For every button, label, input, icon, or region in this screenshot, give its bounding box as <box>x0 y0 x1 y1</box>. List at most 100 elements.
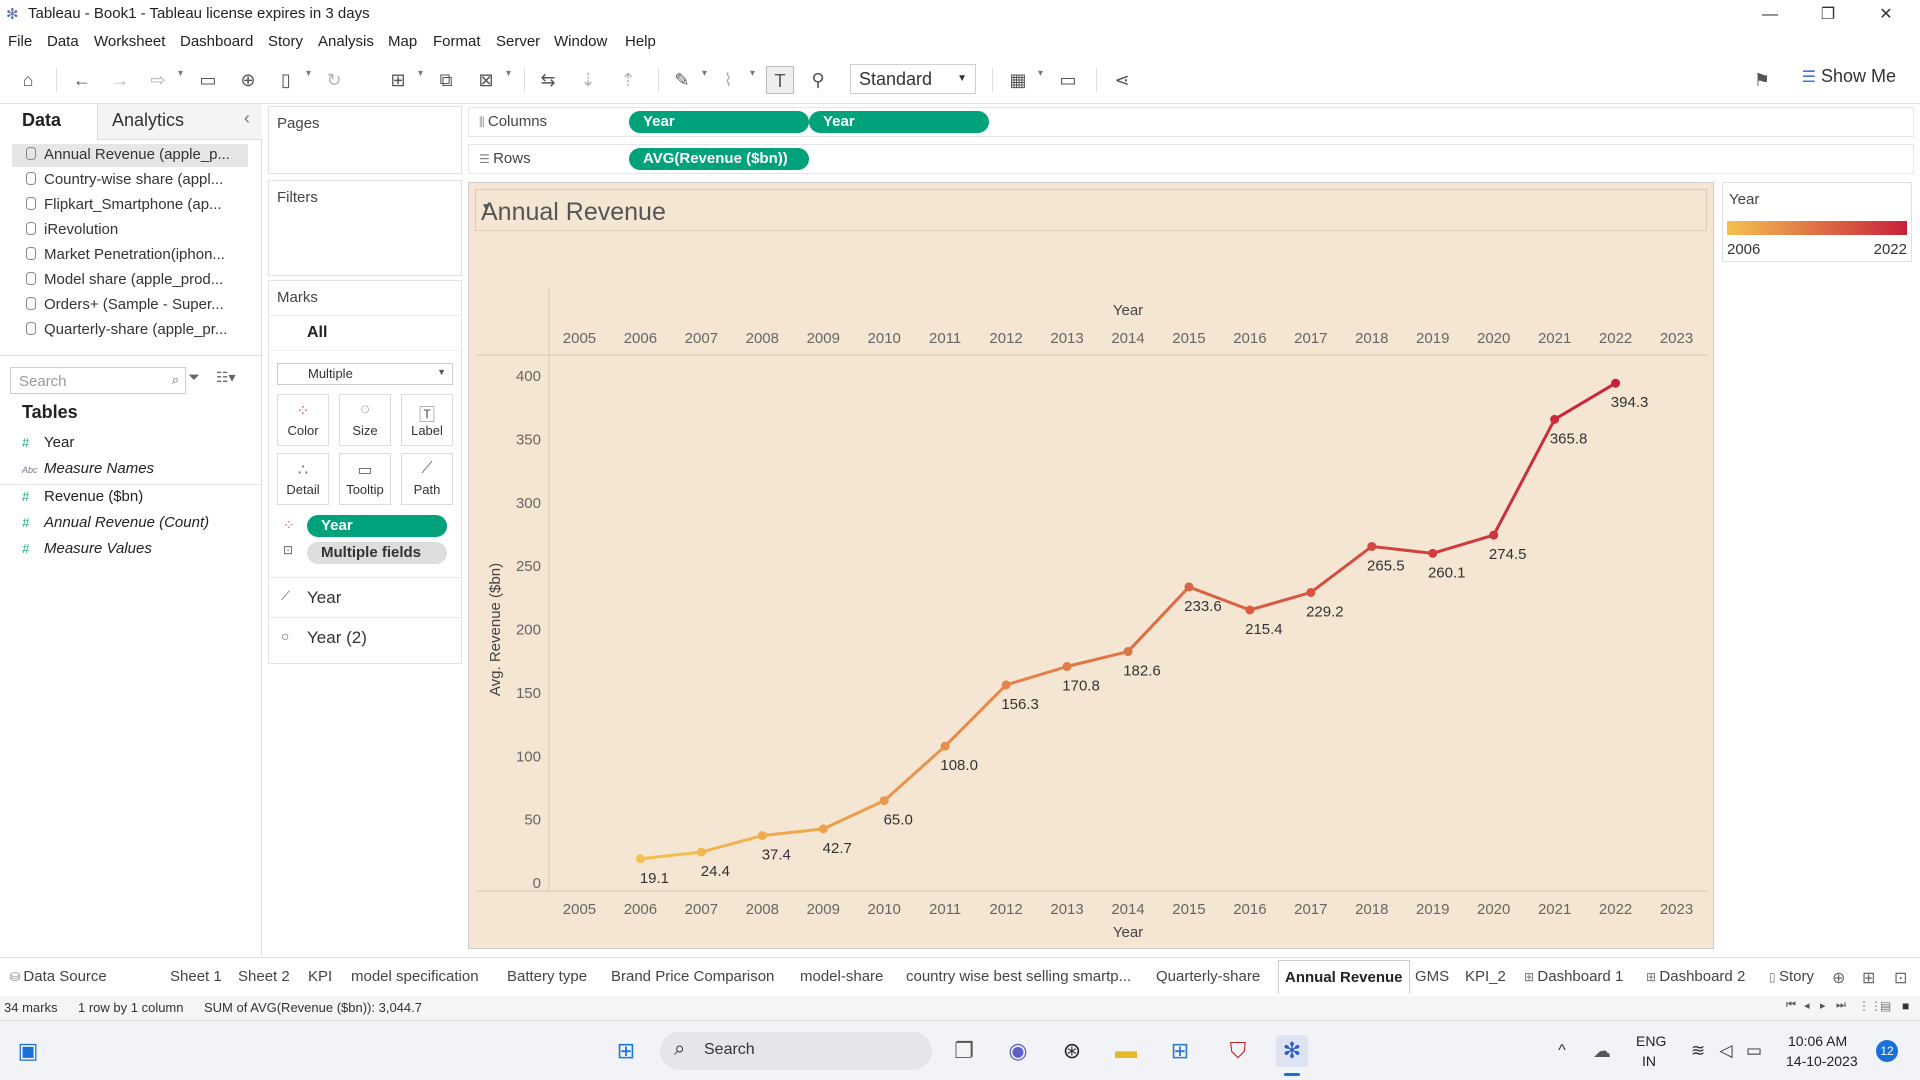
clock-time[interactable]: 10:06 AM <box>1788 1033 1847 1049</box>
taskbar-search[interactable]: ⌕ Search <box>660 1032 932 1070</box>
tab-sheet-2[interactable]: Sheet 2 <box>238 968 290 985</box>
menu-help[interactable]: Help <box>625 33 656 50</box>
restore-button[interactable]: ❐ <box>1800 0 1856 29</box>
datasource-item[interactable]: Market Penetration(iphon... <box>26 246 236 263</box>
datasource-item[interactable]: Annual Revenue (apple_p... <box>26 146 236 163</box>
format-painter-icon[interactable]: ⚑ <box>1748 66 1776 94</box>
show-me-button[interactable]: ☰ Show Me <box>1802 66 1896 87</box>
group-dropdown-icon[interactable]: ▾ <box>750 68 755 79</box>
filmstrip-icon[interactable]: ▤ <box>1880 999 1891 1013</box>
save-icon[interactable]: ▭ <box>194 66 222 94</box>
highlight-icon[interactable]: ✎ <box>668 66 696 94</box>
minimize-button[interactable]: — <box>1742 0 1798 29</box>
tableau-taskbar-icon[interactable]: ✻ <box>1276 1035 1308 1067</box>
datasource-item[interactable]: iRevolution <box>26 221 236 238</box>
title-menu-icon[interactable]: ▼ <box>481 202 1698 213</box>
rows-shelf[interactable]: ☰ Rows AVG(Revenue ($bn)) <box>468 144 1914 174</box>
clear-dropdown-icon[interactable]: ▾ <box>506 68 511 79</box>
clock-date[interactable]: 14-10-2023 <box>1786 1053 1858 1069</box>
tab-dashboard-1[interactable]: ⊞ Dashboard 1 <box>1524 968 1623 985</box>
menu-file[interactable]: File <box>8 33 32 50</box>
menu-analysis[interactable]: Analysis <box>318 33 374 50</box>
language-secondary[interactable]: IN <box>1642 1053 1656 1069</box>
field-revenue[interactable]: # Revenue ($bn) <box>22 488 143 505</box>
sort-asc-icon[interactable]: ⇣ <box>574 66 602 94</box>
undo-icon[interactable]: ← <box>68 66 96 94</box>
app-icon[interactable]: ⊛ <box>1056 1035 1088 1067</box>
tab-brand-price-comparison[interactable]: Brand Price Comparison <box>611 968 774 985</box>
menu-server[interactable]: Server <box>496 33 540 50</box>
size-button[interactable]: ◌ Size <box>339 394 391 446</box>
tooltip-button[interactable]: ▭ Tooltip <box>339 453 391 505</box>
widgets-icon[interactable]: ▣ <box>12 1035 44 1067</box>
menu-map[interactable]: Map <box>388 33 417 50</box>
columns-pill-year[interactable]: Year <box>629 111 809 133</box>
collapse-panel-icon[interactable]: ‹ <box>244 108 250 129</box>
chevron-up-icon[interactable]: ^ <box>1546 1035 1578 1067</box>
tab-sheet-1[interactable]: Sheet 1 <box>170 968 222 985</box>
sort-desc-icon[interactable]: ⇡ <box>614 66 642 94</box>
refresh-icon[interactable]: ↻ <box>320 66 348 94</box>
replay-dropdown-icon[interactable]: ▾ <box>178 68 183 79</box>
new-dashboard-tab-icon[interactable]: ⊞ <box>1862 968 1875 988</box>
columns-shelf[interactable]: ⫼ Columns Year Year <box>468 107 1914 137</box>
color-button[interactable]: ⁘ Color <box>277 394 329 446</box>
presentation-icon[interactable]: ▭ <box>1054 66 1082 94</box>
notification-badge[interactable]: 12 <box>1876 1040 1898 1062</box>
home-icon[interactable]: ⌂ <box>14 66 42 94</box>
replay-icon[interactable]: ⇨ <box>144 66 172 94</box>
teams-icon[interactable]: ◉ <box>1002 1035 1034 1067</box>
viz-title-bar[interactable]: Annual Revenue ▼ <box>475 189 1707 231</box>
task-view-icon[interactable]: ❐ <box>948 1035 980 1067</box>
menu-worksheet[interactable]: Worksheet <box>94 33 165 50</box>
new-datasource-icon[interactable]: ⊕ <box>234 66 262 94</box>
field-measure-names[interactable]: Abc Measure Names <box>22 460 154 477</box>
start-icon[interactable]: ⊞ <box>610 1035 642 1067</box>
layer-circle-year2[interactable]: ○ Year (2) <box>269 617 461 657</box>
tab-model-share[interactable]: model-share <box>800 968 883 985</box>
tab-battery-type[interactable]: Battery type <box>507 968 587 985</box>
menu-data[interactable]: Data <box>47 33 79 50</box>
tab-dashboard-2[interactable]: ⊞ Dashboard 2 <box>1646 968 1745 985</box>
year-color-legend[interactable]: Year 2006 2022 <box>1722 182 1912 262</box>
rows-pill-revenue[interactable]: AVG(Revenue ($bn)) <box>629 148 809 170</box>
new-worksheet-tab-icon[interactable]: ⊕ <box>1832 968 1845 988</box>
path-button[interactable]: ⟋ Path <box>401 453 453 505</box>
tab-quarterly-share[interactable]: Quarterly-share <box>1156 968 1260 985</box>
new-worksheet-dropdown-icon[interactable]: ▾ <box>418 68 423 79</box>
onedrive-icon[interactable]: ☁ <box>1586 1035 1618 1067</box>
columns-pill-year[interactable]: Year <box>809 111 989 133</box>
store-icon[interactable]: ⊞ <box>1164 1035 1196 1067</box>
show-labels-icon[interactable]: T <box>766 66 794 94</box>
new-story-tab-icon[interactable]: ⊡ <box>1894 968 1907 988</box>
detail-button[interactable]: ∴ Detail <box>277 453 329 505</box>
tab-analytics[interactable]: Analytics ‹ <box>98 104 262 140</box>
group-icon[interactable]: ⌇ <box>714 66 742 94</box>
tab-kpi[interactable]: KPI <box>308 968 332 985</box>
marks-all-row[interactable]: All <box>269 315 461 351</box>
datasource-item[interactable]: Country-wise share (appl... <box>26 171 236 188</box>
view-options-icon[interactable]: ☷▾ <box>216 369 236 386</box>
field-year[interactable]: # Year <box>22 434 74 451</box>
datasource-item[interactable]: Model share (apple_prod... <box>26 271 236 288</box>
datasource-item[interactable]: Flipkart_Smartphone (ap... <box>26 196 236 213</box>
filter-icon[interactable]: ⏷ <box>188 369 200 386</box>
filters-card[interactable]: Filters <box>268 180 462 276</box>
tab-country-wise[interactable]: country wise best selling smartp... <box>906 968 1131 985</box>
new-worksheet-icon[interactable]: ⊞ <box>384 66 412 94</box>
last-sheet-icon[interactable]: ⏭ <box>1836 999 1846 1012</box>
clear-sheet-icon[interactable]: ⊠ <box>472 66 500 94</box>
field-count[interactable]: # Annual Revenue (Count) <box>22 514 209 531</box>
year-color-pill[interactable]: Year <box>307 515 447 537</box>
multiple-fields-pill[interactable]: Multiple fields <box>307 542 447 564</box>
label-button[interactable]: 🅃 Label <box>401 394 453 446</box>
swap-icon[interactable]: ⇆ <box>534 66 562 94</box>
datasource-item[interactable]: Orders+ (Sample - Super... <box>26 296 236 313</box>
tab-gms[interactable]: GMS <box>1415 968 1449 985</box>
share-icon[interactable]: ⋖ <box>1108 66 1136 94</box>
file-explorer-icon[interactable]: ▬ <box>1110 1035 1142 1067</box>
redo-icon[interactable]: → <box>106 66 134 94</box>
battery-icon[interactable]: ▭ <box>1738 1035 1770 1067</box>
show-cards-icon[interactable]: ▦ <box>1004 66 1032 94</box>
fit-select[interactable]: Standard ▼ <box>850 64 976 94</box>
